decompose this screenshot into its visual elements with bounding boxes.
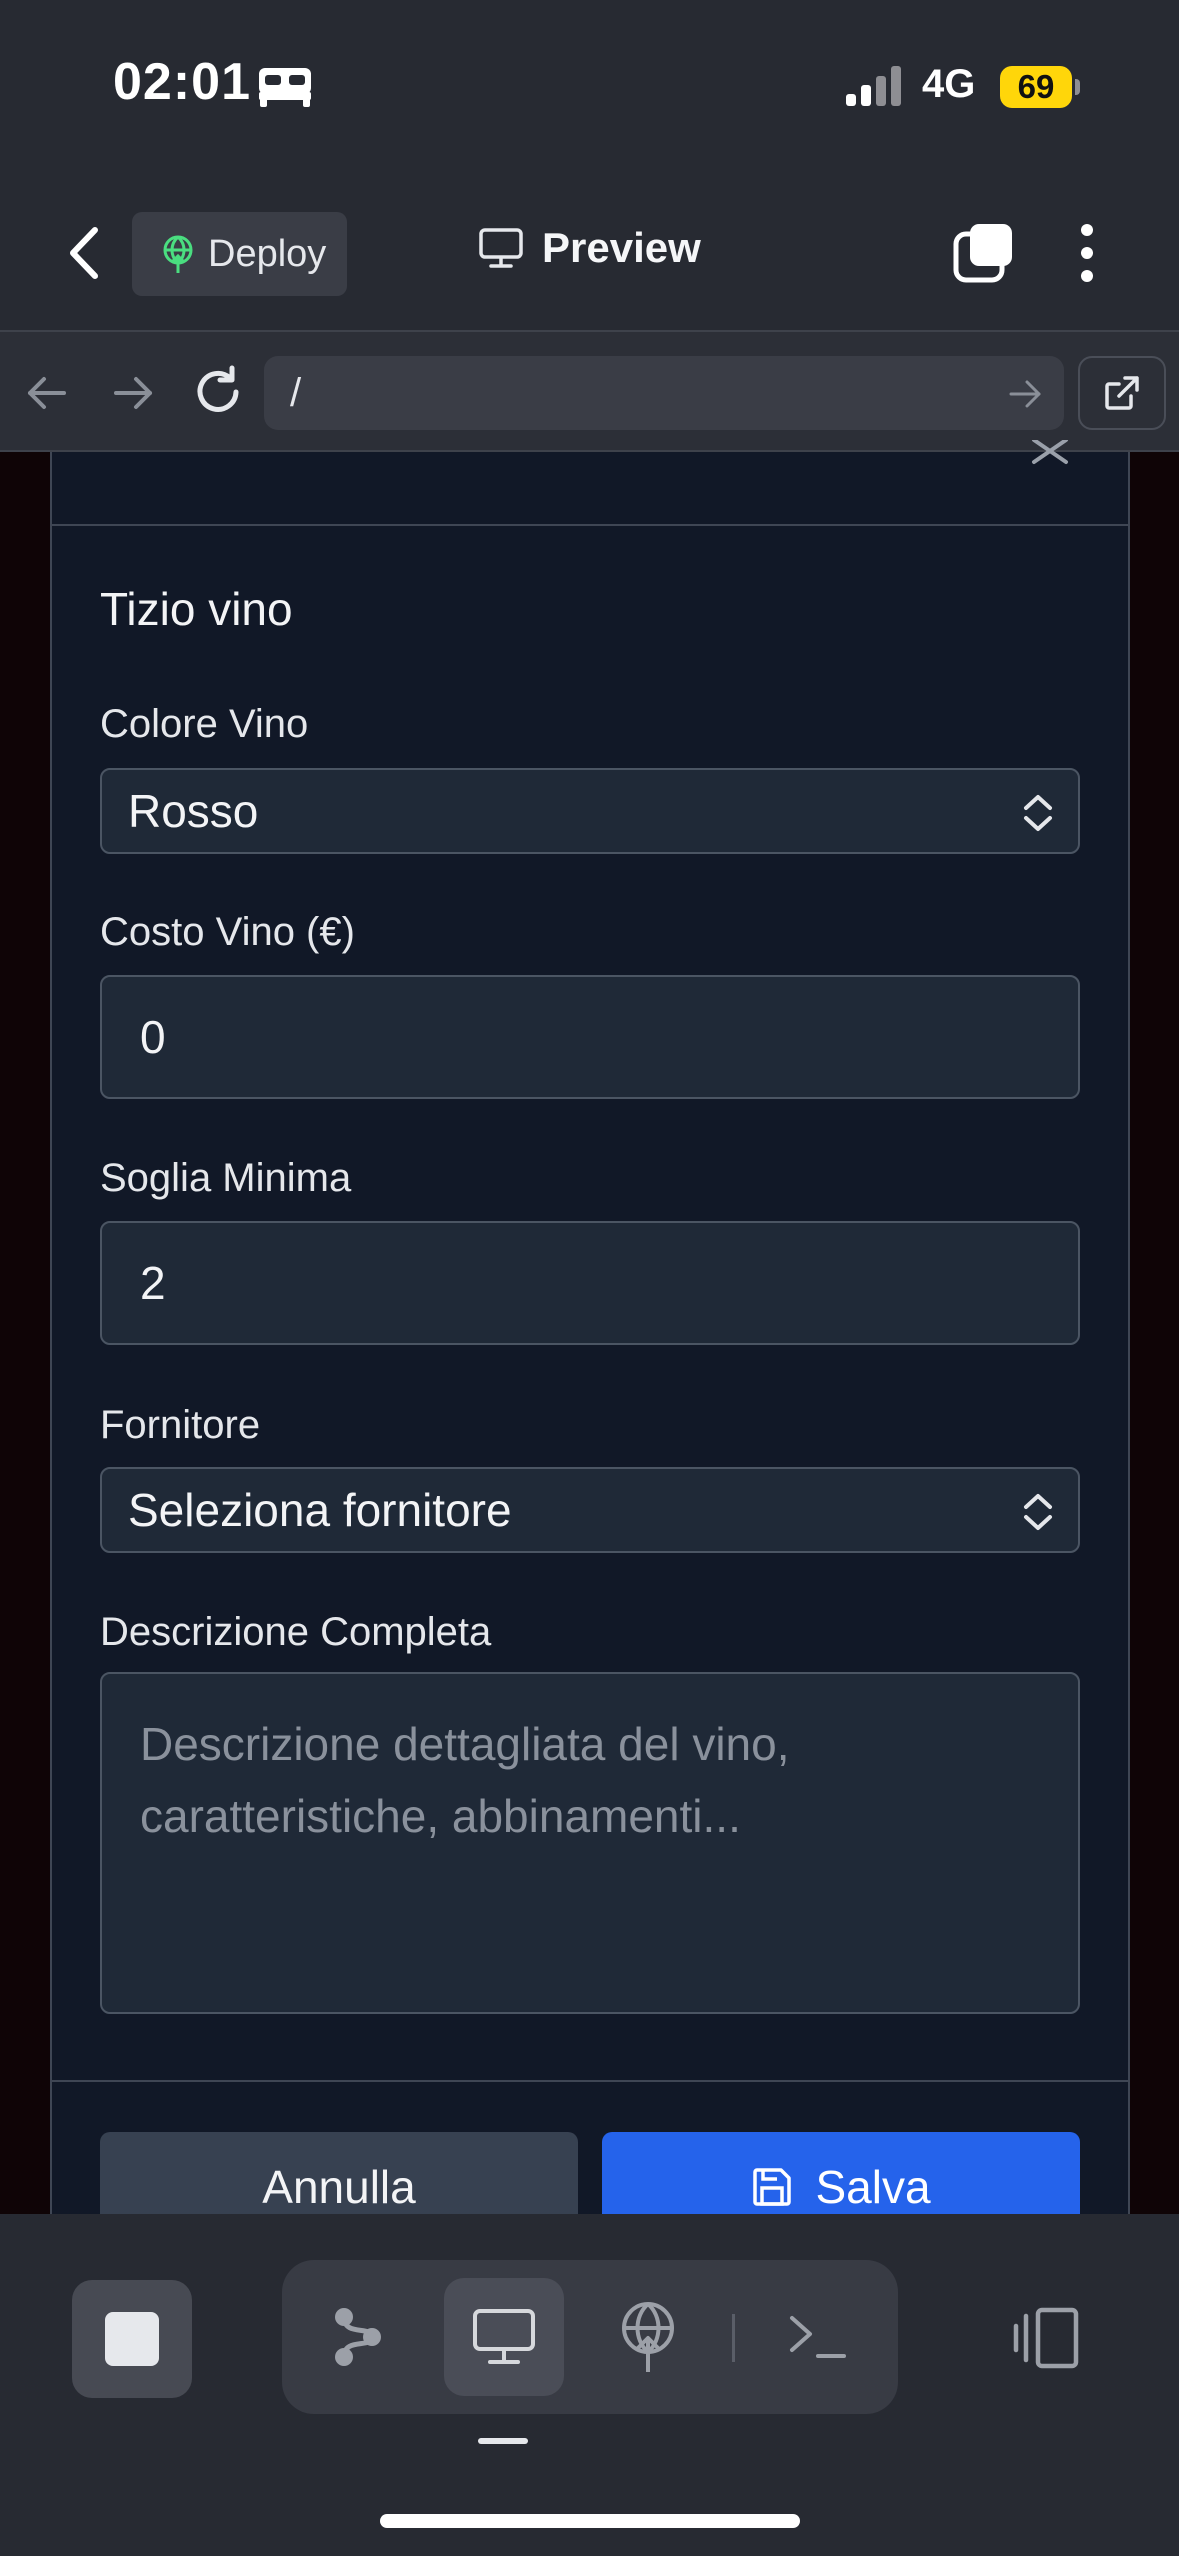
back-button[interactable]: [58, 222, 110, 284]
colore-select[interactable]: Rosso: [100, 768, 1080, 854]
soglia-input[interactable]: 2: [100, 1221, 1080, 1345]
stop-button[interactable]: [72, 2280, 192, 2398]
chevrons-icon: [1024, 1494, 1052, 1530]
terminal-icon: [790, 2316, 846, 2358]
deploy-view-button[interactable]: [588, 2278, 708, 2396]
battery-tip: [1075, 79, 1080, 95]
console-button[interactable]: [758, 2278, 878, 2396]
deploy-button[interactable]: Deploy: [132, 212, 347, 296]
soglia-label: Soglia Minima: [100, 1156, 352, 1200]
preview-label: Preview: [542, 224, 701, 271]
network-label: 4G: [922, 62, 976, 106]
arrow-left-icon[interactable]: [22, 368, 72, 418]
costo-label: Costo Vino (€): [100, 910, 355, 954]
more-icon[interactable]: [1072, 222, 1102, 284]
colore-label: Colore Vino: [100, 702, 309, 746]
save-label: Salva: [815, 2161, 931, 2213]
stop-icon: [105, 2312, 159, 2366]
descrizione-textarea[interactable]: Descrizione dettagliata del vino, caratt…: [100, 1672, 1080, 2014]
descrizione-label: Descrizione Completa: [100, 1610, 492, 1654]
save-icon: [753, 2168, 792, 2206]
deploy-label: Deploy: [208, 232, 327, 275]
modal-header-divider: [50, 524, 1130, 526]
dock-separator: [732, 2314, 735, 2362]
active-view-indicator: [478, 2438, 528, 2444]
git-button[interactable]: [298, 2278, 418, 2396]
fornitore-label: Fornitore: [100, 1403, 261, 1447]
external-link-icon: [1105, 376, 1139, 410]
cancel-label: Annulla: [262, 2161, 416, 2213]
preview-tab[interactable]: Preview: [478, 224, 701, 272]
tabs-icon[interactable]: [952, 222, 1014, 284]
modal-footer-divider: [50, 2080, 1130, 2082]
back-icon: [70, 227, 98, 279]
home-indicator: [380, 2514, 800, 2528]
monitor-icon: [479, 228, 523, 268]
colore-value: Rosso: [128, 785, 259, 837]
signal-icon: [846, 66, 901, 106]
modal-title: Tizio vino: [100, 583, 293, 635]
deploy-icon: [163, 235, 193, 273]
panel-icon[interactable]: [1010, 2302, 1082, 2374]
arrow-right-icon[interactable]: [108, 368, 158, 418]
chevrons-icon: [1024, 795, 1052, 831]
monitor-icon: [473, 2309, 535, 2364]
go-arrow-icon[interactable]: [1005, 374, 1045, 414]
costo-input[interactable]: 0: [100, 975, 1080, 1099]
git-branch-icon: [335, 2308, 381, 2366]
fornitore-value: Seleziona fornitore: [128, 1484, 512, 1536]
deploy-globe-icon: [622, 2302, 674, 2372]
fornitore-select[interactable]: Seleziona fornitore: [100, 1467, 1080, 1553]
status-time: 02:01: [113, 53, 251, 111]
descrizione-placeholder: Descrizione dettagliata del vino, caratt…: [140, 1718, 790, 1842]
preview-view-button[interactable]: [444, 2278, 564, 2396]
reload-icon[interactable]: [190, 364, 246, 420]
close-icon[interactable]: [1030, 440, 1070, 470]
battery-indicator: 69: [1000, 66, 1072, 108]
url-input[interactable]: /: [264, 356, 1064, 430]
bed-icon: [259, 68, 311, 107]
open-external-button[interactable]: [1078, 356, 1166, 430]
